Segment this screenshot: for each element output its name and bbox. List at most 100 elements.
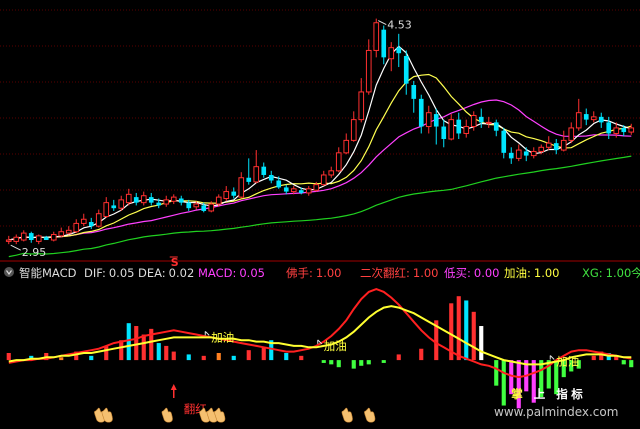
candle-body: [193, 203, 200, 208]
low-pointer: [10, 244, 21, 251]
legend-value: 0.05: [239, 266, 265, 280]
candle-body: [298, 190, 304, 193]
legend-value: 0.00: [474, 266, 500, 280]
signal-arrow: [549, 355, 555, 360]
candle-body: [425, 112, 432, 128]
signal-label: 上: [534, 387, 546, 401]
legend-item: 加油: 1.00: [504, 266, 559, 280]
candle-body: [568, 127, 575, 141]
macd-histogram-bar: [299, 355, 304, 361]
candle-body: [335, 152, 342, 172]
high-pointer: [378, 20, 387, 26]
candle-body: [313, 184, 320, 191]
candle-body: [553, 143, 559, 151]
candle-body: [433, 114, 439, 127]
macd-histogram-bar: [479, 326, 484, 361]
legend-label: 今: [631, 266, 640, 280]
signal-label: 加油: [556, 355, 579, 369]
candle-body: [343, 139, 350, 154]
legend-label: DEA:: [138, 266, 166, 280]
candle-body: [590, 116, 597, 121]
legend-label: DIF:: [84, 266, 106, 280]
legend-label: 低买:: [444, 266, 471, 280]
candle-body: [606, 122, 612, 134]
candle-body: [560, 139, 567, 151]
candle-body: [140, 195, 147, 204]
legend-value: 1.00: [316, 266, 342, 280]
macd-histogram-bar: [329, 360, 334, 365]
candle-body: [50, 233, 57, 241]
signal-arrow: [204, 331, 210, 336]
macd-histogram-bar: [494, 360, 499, 386]
candle-body: [111, 205, 117, 209]
hand-icon: [364, 407, 376, 423]
candle-body: [125, 193, 132, 204]
candle-body: [628, 127, 635, 133]
candle-body: [621, 127, 627, 133]
candle-body: [403, 55, 409, 84]
candle-body: [65, 229, 72, 234]
indicator-title: 智能MACD: [19, 266, 77, 280]
macd-histogram-bar: [201, 355, 206, 361]
macd-histogram-bar: [119, 340, 124, 361]
legend-label: 加油:: [504, 266, 531, 280]
macd-histogram-bar: [321, 360, 326, 363]
macd-histogram-bar: [396, 354, 401, 361]
macd-histogram-bar: [186, 354, 191, 361]
legend-label: 佛手:: [286, 266, 313, 280]
candle-body: [186, 202, 192, 209]
candle-body: [58, 231, 65, 237]
legend-value: 1.00: [534, 266, 560, 280]
candle-body: [470, 114, 477, 128]
legend-value: 0.05: [109, 266, 135, 280]
candle-body: [508, 152, 514, 159]
macd-histogram-bar: [104, 345, 109, 361]
macd-histogram-bar: [501, 360, 506, 406]
candle-body: [381, 29, 387, 58]
macd-histogram-bar: [216, 353, 221, 361]
stock-chart: 4.532.95S智能MACD DIF: 0.05 DEA: 0.02 MACD: 0.05…: [0, 9, 640, 423]
ma-mid-line: [8, 73, 632, 241]
macd-histogram-bar: [164, 345, 169, 361]
candle-body: [613, 127, 620, 134]
candle-body: [411, 85, 417, 99]
macd-histogram-bar: [464, 300, 469, 361]
candle-body: [80, 218, 87, 224]
candle-body: [133, 197, 139, 203]
macd-histogram-bar: [231, 355, 236, 361]
dea-line: [8, 305, 632, 366]
low-label: 2.95: [22, 246, 47, 259]
candle-body: [575, 112, 582, 129]
legend-label: MACD:: [198, 266, 236, 280]
legend-item: DEA: 0.02: [138, 266, 194, 280]
legend-label: 二次翻红:: [360, 266, 410, 280]
macd-histogram-bar: [359, 360, 364, 366]
candle-body: [350, 119, 357, 141]
candle-body: [598, 116, 604, 123]
candle-body: [501, 130, 507, 153]
macd-histogram-bar: [591, 355, 596, 361]
ma-longest-line: [8, 155, 632, 258]
candle-body: [231, 191, 237, 196]
legend-item: 低买: 0.00: [444, 266, 499, 280]
ma-short-line: [8, 45, 632, 241]
signal-label: 标: [570, 387, 583, 401]
legend-value: 0.02: [169, 266, 195, 280]
candle-body: [485, 121, 492, 124]
candle-body: [545, 142, 552, 148]
macd-histogram-bar: [621, 360, 626, 365]
candle-body: [43, 237, 49, 241]
legend-value: 1.00: [606, 266, 632, 280]
candle-body: [28, 233, 34, 241]
candle-body: [118, 199, 125, 209]
macd-histogram-bar: [246, 350, 251, 361]
candle-body: [388, 47, 395, 60]
candle-body: [396, 47, 402, 54]
macd-histogram-bar: [6, 353, 11, 361]
candle-body: [95, 213, 102, 227]
macd-histogram-bar: [419, 348, 424, 361]
macd-histogram-bar: [366, 360, 371, 365]
candle-body: [441, 126, 447, 139]
candle-body: [261, 166, 267, 175]
candle-body: [515, 149, 522, 159]
